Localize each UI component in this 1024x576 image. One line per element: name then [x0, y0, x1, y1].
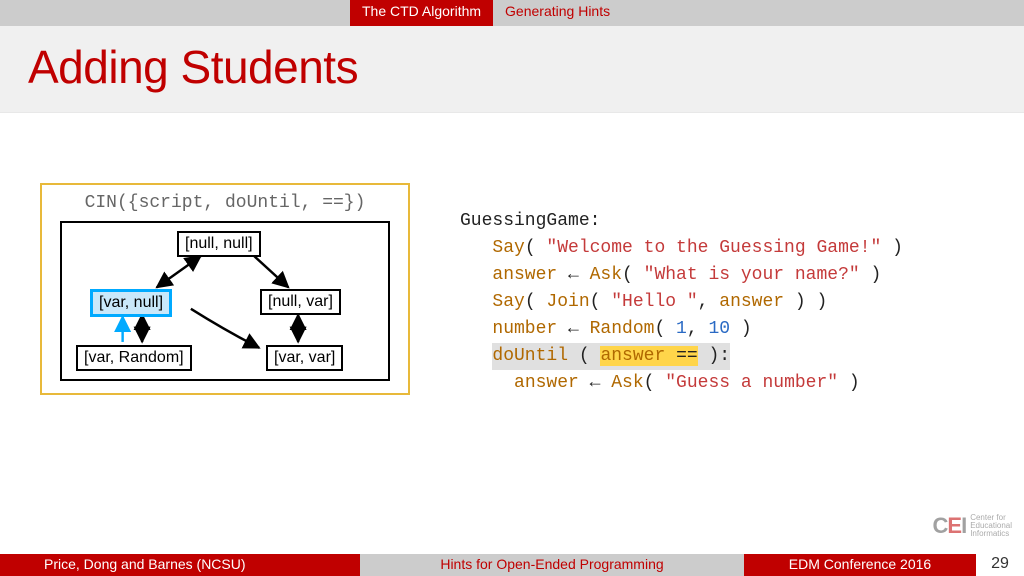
code-num-1: 1: [676, 319, 687, 339]
code-block: GuessingGame: Say( "Welcome to the Guess…: [460, 208, 990, 397]
code-say-1: Say: [492, 238, 524, 258]
code-join: Join: [546, 292, 589, 312]
code-str-4: "Guess a number": [665, 373, 838, 393]
title-band: Adding Students: [0, 26, 1024, 113]
diagram-inner: [null, null] [var, null] [null, var] [va…: [60, 221, 390, 381]
breadcrumb-bar: The CTD Algorithm Generating Hints: [0, 0, 1024, 26]
code-answer-2: answer: [719, 292, 784, 312]
cei-logo: CEI Center for Educational Informatics: [932, 513, 1012, 539]
diagram-node-top: [null, null]: [177, 231, 261, 257]
code-highlight-row: doUntil ( answer == ):: [492, 343, 730, 370]
code-str-3: "Hello ": [611, 292, 697, 312]
code-header: GuessingGame:: [460, 211, 600, 231]
code-num-2: 10: [708, 319, 730, 339]
code-str-1: "Welcome to the Guessing Game!": [546, 238, 881, 258]
footer-talk-title: Hints for Open-Ended Programming: [360, 554, 744, 576]
breadcrumb-next: Generating Hints: [493, 0, 622, 26]
breadcrumb-current: The CTD Algorithm: [350, 0, 493, 26]
diagram-node-right-mid: [null, var]: [260, 289, 341, 315]
code-ask-2: Ask: [611, 373, 643, 393]
breadcrumb-spacer-right: [622, 0, 1024, 26]
slide-content: CIN({script, doUntil, ==}): [0, 113, 1024, 567]
logo-text: Center for Educational Informatics: [970, 514, 1012, 538]
footer-bar: Price, Dong and Barnes (NCSU) Hints for …: [0, 554, 1024, 576]
code-highlight-answer: answer ==: [600, 346, 697, 366]
code-str-2: "What is your name?": [644, 265, 860, 285]
code-ask-1: Ask: [590, 265, 622, 285]
diagram-container: CIN({script, doUntil, ==}): [40, 183, 410, 395]
code-number: number: [492, 319, 557, 339]
code-answer-3: answer: [514, 373, 579, 393]
code-say-2: Say: [492, 292, 524, 312]
footer-authors: Price, Dong and Barnes (NCSU): [0, 554, 360, 576]
logo-mark: CEI: [932, 513, 966, 539]
code-dountil: doUntil: [492, 346, 568, 366]
footer-venue: EDM Conference 2016: [744, 554, 976, 576]
code-answer-1: answer: [492, 265, 557, 285]
diagram-node-right-bot: [var, var]: [266, 345, 343, 371]
page-title: Adding Students: [28, 40, 996, 94]
diagram-node-left-mid: [var, null]: [90, 289, 172, 317]
diagram-node-left-bot: [var, Random]: [76, 345, 192, 371]
footer-page-number: 29: [976, 554, 1024, 576]
breadcrumb-spacer: [0, 0, 350, 26]
code-random: Random: [590, 319, 655, 339]
diagram-caption: CIN({script, doUntil, ==}): [42, 191, 408, 221]
